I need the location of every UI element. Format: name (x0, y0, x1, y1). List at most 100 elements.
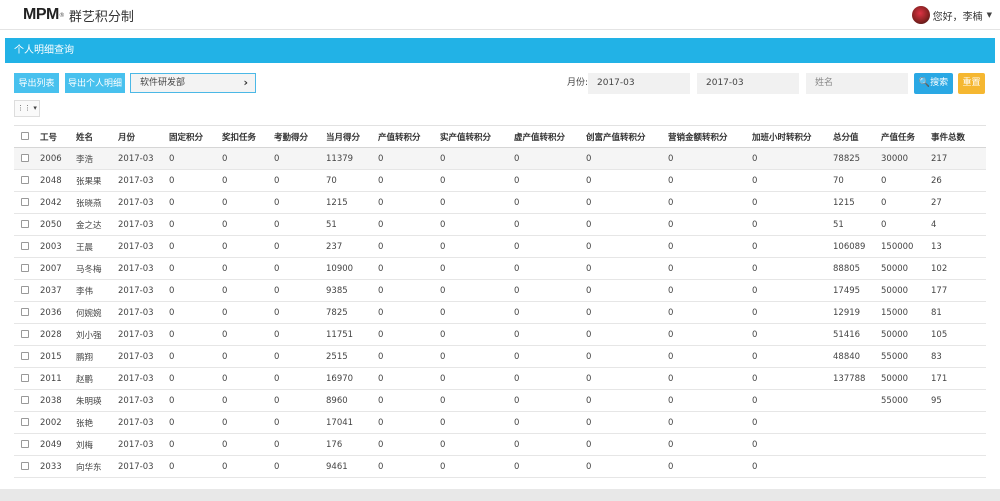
row-checkbox[interactable] (14, 411, 40, 434)
table-row[interactable]: 2048 张果果 2017-03 0 0 0 70 0 0 0 0 0 0 70 0 26 (14, 169, 986, 192)
row-checkbox[interactable] (14, 279, 40, 302)
column-toggle-button[interactable]: ⋮⋮ ▾ (14, 100, 40, 117)
table-row[interactable]: 2050 金之达 2017-03 0 0 0 51 0 0 0 0 0 0 51 0 4 (14, 213, 986, 236)
row-checkbox[interactable] (14, 323, 40, 346)
table-cell: 0 (169, 257, 222, 280)
table-cell: 0 (169, 345, 222, 368)
table-cell: 0 (668, 455, 752, 478)
table-body: 2006 李浩 2017-03 0 0 0 11379 0 0 0 0 0 0 78825 30000 217… (14, 147, 986, 478)
row-checkbox[interactable] (14, 257, 40, 280)
table-cell: 0 (514, 191, 586, 214)
column-header[interactable]: 事件总数 (931, 125, 986, 148)
column-header[interactable]: 总分值 (833, 125, 881, 148)
table-cell (931, 455, 986, 478)
avatar[interactable] (911, 6, 930, 24)
table-row[interactable]: 2042 张晓燕 2017-03 0 0 0 1215 0 0 0 0 0 0 1215 0 27 (14, 191, 986, 214)
export-detail-button[interactable]: 导出个人明细 (65, 73, 125, 93)
table-cell: 0 (752, 169, 833, 192)
table-cell: 王晨 (76, 235, 118, 258)
table-row[interactable]: 2003 王晨 2017-03 0 0 0 237 0 0 0 0 0 0 106089 150000 13 (14, 235, 986, 258)
row-checkbox[interactable] (14, 147, 40, 170)
table-row[interactable]: 2028 刘小强 2017-03 0 0 0 11751 0 0 0 0 0 0 51416 50000 10… (14, 323, 986, 346)
column-header[interactable]: 产值任务 (881, 125, 931, 148)
row-checkbox[interactable] (14, 367, 40, 390)
export-list-button[interactable]: 导出列表 (14, 73, 59, 93)
table-row[interactable]: 2037 李伟 2017-03 0 0 0 9385 0 0 0 0 0 0 17495 50000 177 (14, 279, 986, 302)
scrollbar[interactable] (0, 489, 1000, 501)
month-from-input[interactable]: 2017-03 (588, 73, 690, 94)
table-row[interactable]: 2036 何婉婉 2017-03 0 0 0 7825 0 0 0 0 0 0 12919 15000 81 (14, 301, 986, 324)
name-input[interactable]: 姓名 (806, 73, 908, 94)
table-row[interactable]: 2049 刘梅 2017-03 0 0 0 176 0 0 0 0 0 0 (14, 433, 986, 456)
chevron-down-icon[interactable]: ▼ (987, 11, 992, 19)
column-header[interactable]: 产值转积分 (378, 125, 440, 148)
column-header[interactable]: 营销金额转积分 (668, 125, 752, 148)
table-cell: 2017-03 (118, 235, 169, 258)
table-row[interactable]: 2033 向华东 2017-03 0 0 0 9461 0 0 0 0 0 0 (14, 455, 986, 478)
row-checkbox[interactable] (14, 235, 40, 258)
table-row[interactable]: 2002 张艳 2017-03 0 0 0 17041 0 0 0 0 0 0 (14, 411, 986, 434)
table-cell: 2036 (40, 301, 76, 324)
table-cell: 83 (931, 345, 986, 368)
table-cell: 2033 (40, 455, 76, 478)
table-cell: 0 (222, 367, 274, 390)
table-cell: 1215 (326, 191, 378, 214)
column-header[interactable]: 虚产值转积分 (514, 125, 586, 148)
app-logo[interactable]: MPM ® 群艺积分制 (23, 5, 134, 25)
column-header[interactable]: 创富产值转积分 (586, 125, 668, 148)
row-checkbox[interactable] (14, 191, 40, 214)
table-cell: 2017-03 (118, 389, 169, 412)
table-cell: 0 (378, 301, 440, 324)
reset-button[interactable]: 重置 (958, 73, 985, 94)
row-checkbox[interactable] (14, 345, 40, 368)
table-cell: 0 (586, 411, 668, 434)
table-cell: 9385 (326, 279, 378, 302)
table-row[interactable]: 2007 马冬梅 2017-03 0 0 0 10900 0 0 0 0 0 0 88805 50000 10… (14, 257, 986, 280)
table-row[interactable]: 2015 鹏翔 2017-03 0 0 0 2515 0 0 0 0 0 0 48840 55000 83 (14, 345, 986, 368)
table-cell: 2028 (40, 323, 76, 346)
table-cell: 176 (326, 433, 378, 456)
column-header[interactable]: 固定积分 (169, 125, 222, 148)
table-cell: 0 (169, 279, 222, 302)
select-all-checkbox[interactable] (14, 125, 40, 148)
table-cell: 0 (378, 433, 440, 456)
table-row[interactable]: 2011 赵鹏 2017-03 0 0 0 16970 0 0 0 0 0 0 137788 50000 17… (14, 367, 986, 390)
table-cell: 55000 (881, 345, 931, 368)
column-header[interactable]: 奖扣任务 (222, 125, 274, 148)
table-cell: 2515 (326, 345, 378, 368)
search-button[interactable]: 🔍搜索 (914, 73, 953, 94)
column-header[interactable]: 当月得分 (326, 125, 378, 148)
table-row[interactable]: 2038 朱明瑛 2017-03 0 0 0 8960 0 0 0 0 0 0 55000 95 (14, 389, 986, 412)
column-header[interactable]: 加班小时转积分 (752, 125, 833, 148)
table-cell: 10900 (326, 257, 378, 280)
table-cell: 16970 (326, 367, 378, 390)
table-cell: 50000 (881, 323, 931, 346)
department-select[interactable]: 软件研发部 › (130, 73, 256, 93)
table-row[interactable]: 2006 李浩 2017-03 0 0 0 11379 0 0 0 0 0 0 78825 30000 217 (14, 147, 986, 170)
table-cell: 0 (514, 301, 586, 324)
table-cell: 0 (378, 455, 440, 478)
column-header[interactable]: 工号 (40, 125, 76, 148)
table-cell: 0 (586, 147, 668, 170)
user-menu[interactable]: 您好，李楠 ▼ (911, 5, 992, 25)
column-header[interactable]: 考勤得分 (274, 125, 326, 148)
column-header[interactable]: 实产值转积分 (440, 125, 514, 148)
table-cell: 0 (752, 257, 833, 280)
row-checkbox[interactable] (14, 169, 40, 192)
month-to-input[interactable]: 2017-03 (697, 73, 799, 94)
column-header[interactable]: 月份 (118, 125, 169, 148)
row-checkbox[interactable] (14, 433, 40, 456)
row-checkbox[interactable] (14, 301, 40, 324)
row-checkbox[interactable] (14, 455, 40, 478)
table-cell: 0 (514, 323, 586, 346)
table-cell: 2017-03 (118, 147, 169, 170)
row-checkbox[interactable] (14, 213, 40, 236)
table-cell: 0 (440, 411, 514, 434)
table-cell: 李伟 (76, 279, 118, 302)
detail-table: 工号 姓名 月份 固定积分 奖扣任务 考勤得分 当月得分 产值转积分 实产值转积… (14, 125, 986, 480)
column-header[interactable]: 姓名 (76, 125, 118, 148)
table-cell: 0 (514, 345, 586, 368)
row-checkbox[interactable] (14, 389, 40, 412)
table-cell: 0 (586, 191, 668, 214)
table-cell: 2011 (40, 367, 76, 390)
